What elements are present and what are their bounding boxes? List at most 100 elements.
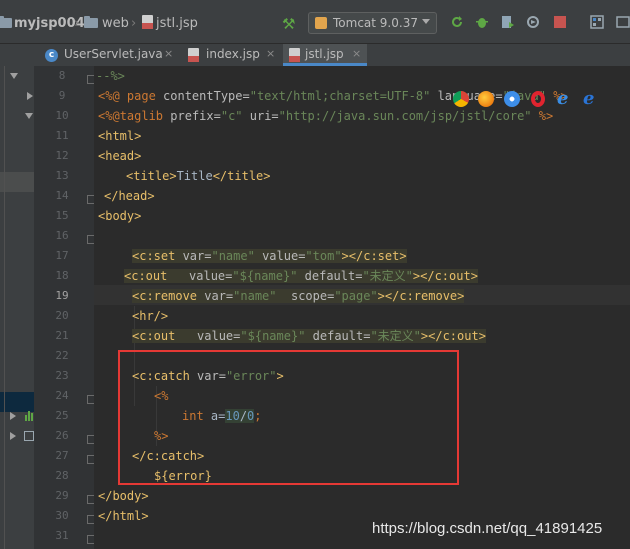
attr-value: "name" <box>233 289 277 303</box>
run-configuration-select[interactable]: Tomcat 9.0.37 <box>308 12 437 34</box>
java-class-icon: c <box>45 49 58 62</box>
line-number: 27 <box>55 449 69 462</box>
expand-arrow-icon[interactable] <box>25 113 33 119</box>
edge-icon[interactable]: e <box>583 88 594 109</box>
attr-name: value= <box>189 269 233 283</box>
run-with-coverage-icon[interactable] <box>501 15 515 29</box>
build-hammer-icon[interactable]: ⚒ <box>282 15 295 33</box>
project-tool-strip <box>0 66 34 549</box>
line-number: 29 <box>55 489 69 502</box>
jstl-tag: ></c:out> <box>412 269 478 283</box>
html-tag: </title> <box>212 169 271 183</box>
highlight-annotation-box <box>118 350 459 485</box>
html-tag: <hr/> <box>132 309 169 323</box>
line-number: 17 <box>55 249 69 262</box>
directive-open: <%@ <box>98 109 120 123</box>
jstl-tag: <c:out <box>124 269 190 283</box>
code-line: </body> <box>98 486 149 506</box>
selected-tree-row <box>0 172 34 192</box>
attr-name: default= <box>297 269 363 283</box>
tomcat-icon <box>315 17 327 29</box>
html-tag: <html> <box>98 129 142 143</box>
jstl-highlight: <c:set var="name" value="tom"></c:set> <box>132 249 407 263</box>
jstl-tag: <c:remove <box>132 289 205 303</box>
collapse-arrow-icon[interactable] <box>27 92 33 100</box>
line-number: 23 <box>55 369 69 382</box>
debug-bug-icon[interactable] <box>475 15 489 29</box>
code-line: <c:remove var="name" scope="page"></c:re… <box>132 286 465 306</box>
opera-icon[interactable] <box>531 91 545 107</box>
tab-index-jsp[interactable]: index.jsp × <box>180 44 280 66</box>
directive-close: %> <box>531 109 554 123</box>
attr-value: "未定义" <box>370 329 421 343</box>
html-tag: <body> <box>98 209 142 223</box>
tab-jstl-jsp[interactable]: jstl.jsp × <box>283 44 367 66</box>
close-icon[interactable]: × <box>266 47 275 60</box>
html-tag: <title> <box>126 169 177 183</box>
breadcrumb-file[interactable]: jstl.jsp <box>156 16 198 31</box>
directive-keyword: page <box>126 89 164 103</box>
watermark: https://blog.csdn.net/qq_41891425 <box>372 520 603 537</box>
close-icon[interactable]: × <box>352 47 361 60</box>
jstl-tag: ></c:remove> <box>377 289 465 303</box>
rerun-icon[interactable] <box>450 15 464 29</box>
chrome-icon[interactable] <box>453 91 469 107</box>
strip-divider <box>4 66 5 549</box>
code-line: <head> <box>98 146 141 166</box>
attr-value: "c" <box>220 109 243 123</box>
line-number: 21 <box>55 329 69 342</box>
internet-explorer-icon[interactable]: e <box>557 88 568 109</box>
code-line: <hr/> <box>132 306 168 326</box>
line-number: 13 <box>55 169 69 182</box>
line-number: 26 <box>55 429 69 442</box>
jstl-tag: <c:out <box>132 329 198 343</box>
attr-value: "name" <box>211 249 255 263</box>
profile-icon[interactable] <box>526 15 540 29</box>
safari-icon[interactable] <box>504 91 520 107</box>
code-line: <title>Title</title> <box>126 166 271 186</box>
project-structure-icon[interactable] <box>590 15 604 29</box>
code-line: <c:out value="${name}" default="未定义"></c… <box>132 326 486 346</box>
jstl-highlight: <c:remove var="name" scope="page"></c:re… <box>132 289 465 303</box>
html-tag: </html> <box>98 509 149 523</box>
line-number: 10 <box>55 109 69 122</box>
attr-name: value= <box>197 329 241 343</box>
tab-userservlet-java[interactable]: c UserServlet.java × <box>40 44 178 66</box>
html-tag: <head> <box>98 149 142 163</box>
breadcrumb-folder[interactable]: web <box>102 16 129 31</box>
attr-value: "${name}" <box>240 329 306 343</box>
jstl-tag: ></c:out> <box>420 329 486 343</box>
tab-label: jstl.jsp <box>305 47 344 61</box>
line-number: 8 <box>58 69 66 82</box>
close-icon[interactable]: × <box>164 47 173 60</box>
jsp-file-icon <box>289 48 300 62</box>
directive-keyword: taglib <box>119 109 171 123</box>
firefox-icon[interactable] <box>478 91 494 107</box>
attr-value: "http://java.sun.com/jsp/jstl/core" <box>278 109 532 123</box>
collapse-arrow-icon[interactable] <box>10 432 16 440</box>
jsp-file-icon <box>188 48 199 62</box>
collapse-arrow-icon[interactable] <box>10 412 16 420</box>
stop-icon[interactable] <box>554 16 566 28</box>
attr-name: value= <box>254 249 306 263</box>
code-line: <body> <box>98 206 141 226</box>
services-icon[interactable] <box>24 431 34 441</box>
directive-open: <%@ <box>98 89 127 103</box>
chevron-down-icon <box>422 19 430 24</box>
expand-arrow-icon[interactable] <box>10 73 18 79</box>
line-number: 25 <box>55 409 69 422</box>
attr-name: var= <box>182 249 212 263</box>
line-number: 24 <box>55 389 69 402</box>
line-number: 12 <box>55 149 69 162</box>
html-tag: </body> <box>98 489 149 503</box>
line-number: 30 <box>55 509 69 522</box>
code-line: <c:set var="name" value="tom"></c:set> <box>132 246 407 266</box>
editor-tab-bar: c UserServlet.java × index.jsp × jstl.js… <box>0 44 630 66</box>
line-number: 18 <box>55 269 69 282</box>
line-number: 14 <box>55 189 69 202</box>
jstl-tag: ></c:set> <box>341 249 407 263</box>
sdk-icon[interactable] <box>616 15 630 29</box>
line-number: 31 <box>55 529 69 542</box>
attr-name: scope= <box>276 289 335 303</box>
line-number: 20 <box>55 309 69 322</box>
